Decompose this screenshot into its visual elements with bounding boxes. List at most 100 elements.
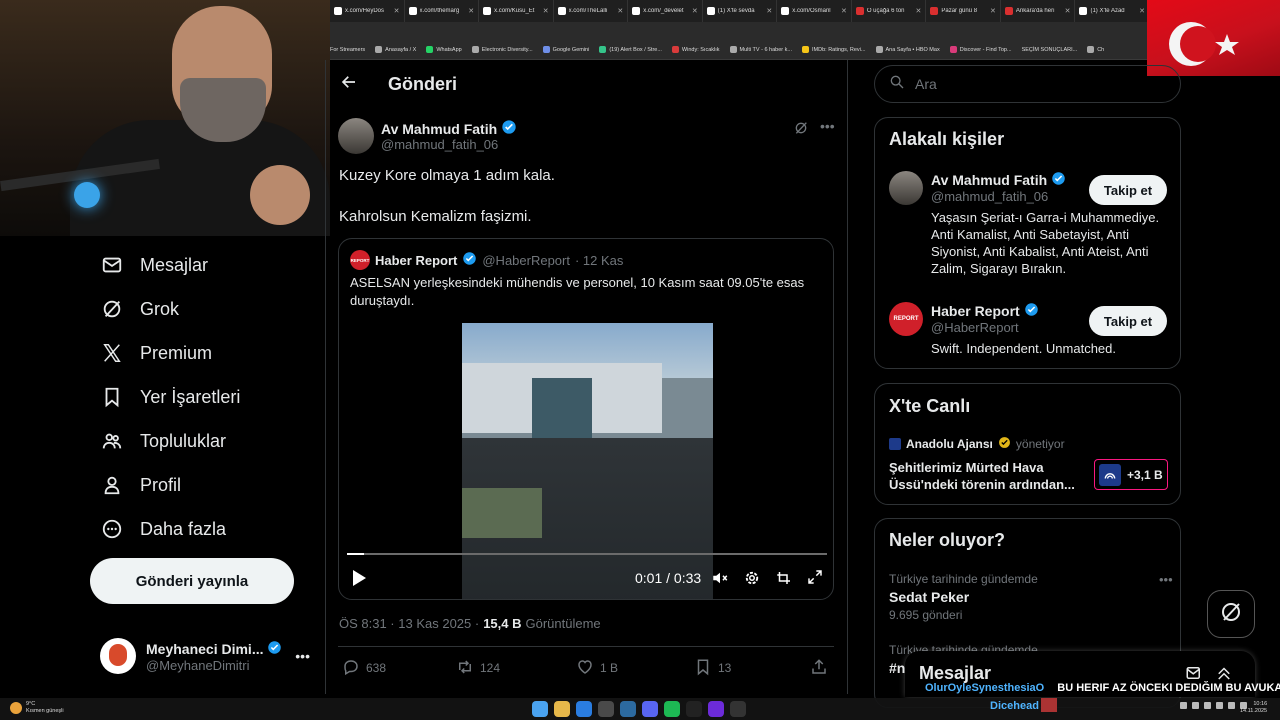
volume-icon[interactable] (711, 569, 729, 592)
weather-widget[interactable]: 9°C Kısmen güneşli (10, 701, 64, 715)
bookmark-item[interactable]: Ch (1087, 46, 1104, 53)
bookmark-item[interactable]: Google Gemini (542, 46, 589, 53)
browser-tab[interactable]: Pazar günü 8 ✕ (926, 0, 1001, 22)
browser-tab[interactable]: x.com/HeyDos ✕ (330, 0, 405, 22)
grok-icon (100, 297, 124, 321)
live-listener-count[interactable]: +3,1 B (1094, 459, 1168, 490)
nav-item-grok[interactable]: Grok (90, 287, 320, 331)
tray-icon[interactable] (1204, 702, 1211, 709)
tray-icon[interactable] (1216, 702, 1223, 709)
repost-button[interactable]: 124 (456, 658, 500, 679)
browser-tab[interactable]: x.com/_develet ✕ (628, 0, 703, 22)
more-options-icon[interactable]: ••• (295, 648, 310, 664)
search-input[interactable]: Ara (874, 65, 1181, 103)
obs-icon[interactable] (708, 701, 724, 717)
tray-icon[interactable] (1192, 702, 1199, 709)
video-frame[interactable] (462, 323, 713, 599)
bookmark-item[interactable]: Ana Sayfa • HBO Max (875, 46, 940, 53)
more-options-icon[interactable]: ••• (820, 118, 835, 134)
tray-icon[interactable] (1180, 702, 1187, 709)
discord-icon[interactable] (642, 701, 658, 717)
epic-games-icon[interactable] (686, 701, 702, 717)
live-on-x-card[interactable]: X'te Canlı Anadolu Ajansı yönetiyor Şehi… (874, 383, 1181, 505)
close-tab-icon[interactable]: ✕ (468, 7, 474, 15)
bookmark-icon (100, 385, 124, 409)
like-button[interactable]: 1 B (576, 658, 618, 679)
bookmark-item[interactable]: SEÇİM SONUÇLARI... (1022, 47, 1078, 53)
nav-item-bookmarks[interactable]: Yer İşaretleri (90, 375, 320, 419)
quoted-post[interactable]: REPORT Haber Report @HaberReport · 12 Ka… (338, 238, 834, 600)
close-tab-icon[interactable]: ✕ (916, 7, 922, 15)
back-arrow-icon[interactable] (340, 73, 358, 96)
bookmark-button[interactable]: 13 (694, 658, 731, 679)
picture-in-picture-icon[interactable] (775, 569, 793, 592)
spotify-icon[interactable] (664, 701, 680, 717)
reply-button[interactable]: 638 (342, 658, 386, 679)
bookmark-item[interactable]: For Streamers (330, 47, 365, 53)
bookmark-item[interactable]: Multi TV - 6 haber k... (729, 46, 792, 53)
bookmark-item[interactable]: Windy: Sıcaklık (671, 46, 720, 53)
divider (338, 646, 834, 647)
post-text: Kuzey Kore olmaya 1 adım kala. Kahrolsun… (339, 167, 555, 225)
follow-button[interactable]: Takip et (1089, 306, 1167, 336)
close-tab-icon[interactable]: ✕ (394, 7, 400, 15)
grok-floating-button[interactable] (1207, 590, 1255, 638)
nav-item-communities[interactable]: Topluluklar (90, 419, 320, 463)
account-switcher[interactable]: Meyhaneci Dimi... @MeyhaneDimitri ••• (100, 634, 310, 678)
system-tray (1180, 702, 1247, 709)
edge-icon[interactable] (576, 701, 592, 717)
bookmark-item[interactable]: (19) Alert Box / Stre... (599, 46, 662, 53)
more-options-icon[interactable]: ••• (1159, 572, 1173, 587)
close-tab-icon[interactable]: ✕ (990, 7, 996, 15)
settings-gear-icon[interactable] (743, 569, 761, 592)
browser-tab[interactable]: (1) X'te Azad ✕ (1075, 0, 1150, 22)
fullscreen-icon[interactable] (807, 569, 823, 590)
browser-tab[interactable]: (1) X'te sevda ✕ (703, 0, 778, 22)
address-bar[interactable] (330, 22, 1150, 40)
close-tab-icon[interactable]: ✕ (543, 7, 549, 15)
avatar[interactable] (338, 118, 374, 154)
app-icon[interactable] (598, 701, 614, 717)
nav-item-premium[interactable]: Premium (90, 331, 320, 375)
share-icon (810, 658, 828, 679)
bookmark-item[interactable]: Anasayfa / X (375, 46, 416, 53)
close-tab-icon[interactable]: ✕ (766, 7, 772, 15)
close-tab-icon[interactable]: ✕ (841, 7, 847, 15)
browser-tab[interactable]: x.com/themarg ✕ (405, 0, 480, 22)
nav-item-messages[interactable]: Mesajlar (90, 243, 320, 287)
tray-icon[interactable] (1228, 702, 1235, 709)
share-button[interactable] (810, 658, 828, 679)
x-favicon-icon (557, 7, 566, 15)
browser-tab[interactable]: O uçağa 6 ton ✕ (852, 0, 927, 22)
app-icon[interactable] (730, 701, 746, 717)
whatsapp-icon (426, 46, 434, 53)
browser-tab[interactable]: x.com/TheLalli ✕ (554, 0, 629, 22)
post-button[interactable]: Gönderi yayınla (90, 558, 294, 604)
video-progress-bar[interactable] (347, 553, 827, 555)
start-menu-icon[interactable] (532, 701, 548, 717)
clock[interactable]: 10:16 14.11.2025 (1240, 701, 1267, 715)
mail-icon (100, 253, 124, 277)
bookmark-item[interactable]: Electronic Diversity... (471, 46, 533, 53)
bookmark-item[interactable]: IMDb: Ratings, Revi... (802, 46, 866, 53)
close-tab-icon[interactable]: ✕ (617, 7, 623, 15)
nav-item-more[interactable]: Daha fazla (90, 507, 320, 551)
close-tab-icon[interactable]: ✕ (1065, 7, 1071, 15)
close-tab-icon[interactable]: ✕ (692, 7, 698, 15)
nav-item-profile[interactable]: Profil (90, 463, 320, 507)
grok-icon (1219, 600, 1243, 629)
play-icon[interactable] (351, 569, 367, 592)
chrome-icon[interactable] (554, 701, 570, 717)
follow-button[interactable]: Takip et (1089, 175, 1167, 205)
close-tab-icon[interactable]: ✕ (1139, 7, 1145, 15)
steam-icon[interactable] (620, 701, 636, 717)
browser-tab[interactable]: x.com/Kusu_Et ✕ (479, 0, 554, 22)
browser-tab[interactable]: x.com/Osmanl ✕ (777, 0, 852, 22)
bookmark-item[interactable]: WhatsApp (426, 46, 462, 53)
trend-item[interactable]: Türkiye tarihinde gündemde Sedat Peker 9… (889, 572, 1173, 622)
verified-badge-icon (1051, 171, 1066, 189)
browser-tab[interactable]: Ankara'da heri ✕ (1001, 0, 1076, 22)
grok-explain-icon[interactable] (793, 120, 809, 141)
x-favicon-icon (632, 7, 641, 15)
bookmark-item[interactable]: Discover - Find Top... (949, 46, 1012, 53)
